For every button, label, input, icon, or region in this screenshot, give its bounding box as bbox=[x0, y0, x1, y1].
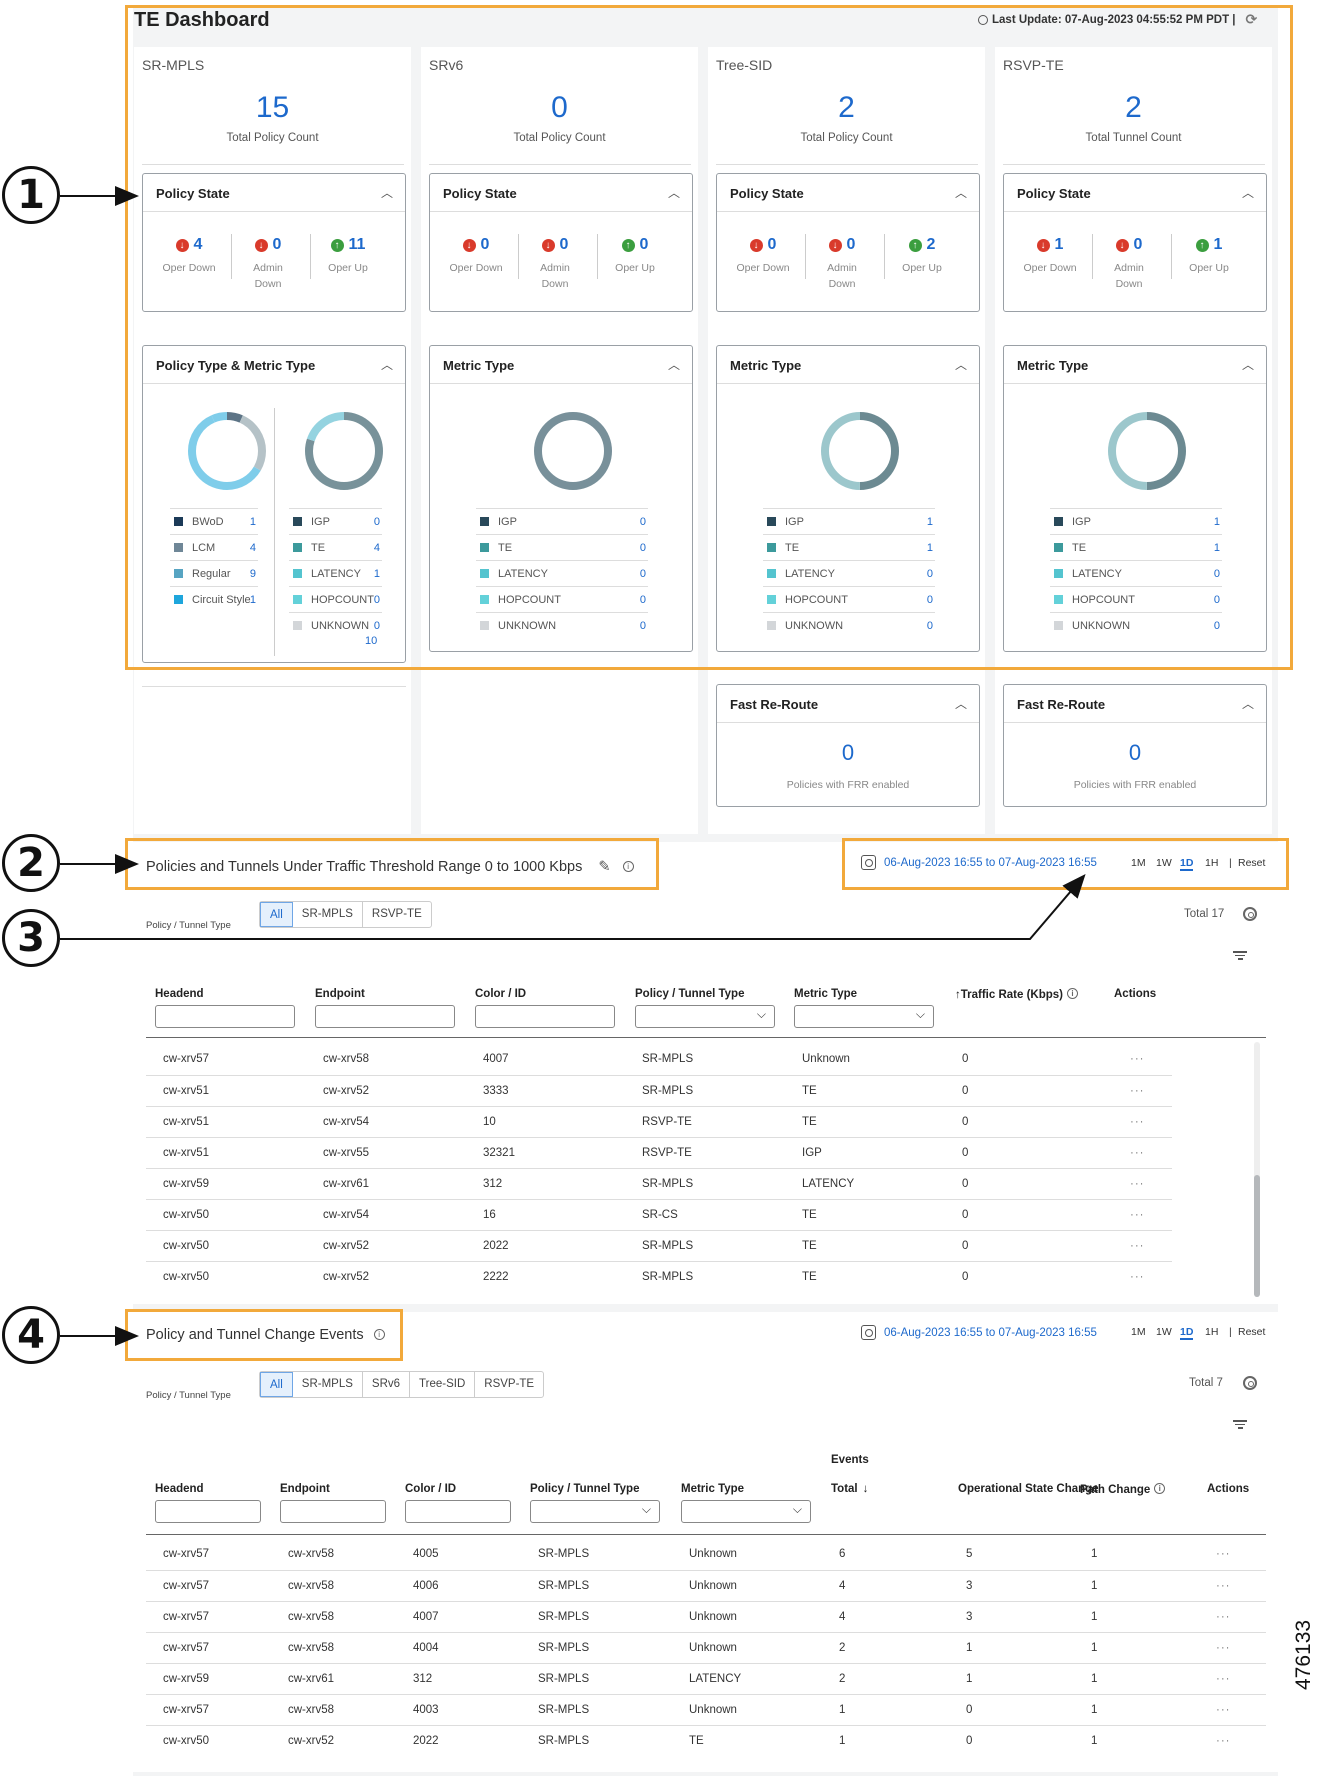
callout-arrow-3 bbox=[60, 873, 1086, 940]
callout-number-1: 1 bbox=[2, 166, 60, 224]
callout-number-4: 4 bbox=[2, 1306, 60, 1364]
callout-number-3: 3 bbox=[2, 909, 60, 967]
figure-number: 476133 bbox=[1292, 1619, 1315, 1690]
callout-arrows bbox=[60, 186, 1086, 1346]
callout-number-2: 2 bbox=[2, 834, 60, 892]
